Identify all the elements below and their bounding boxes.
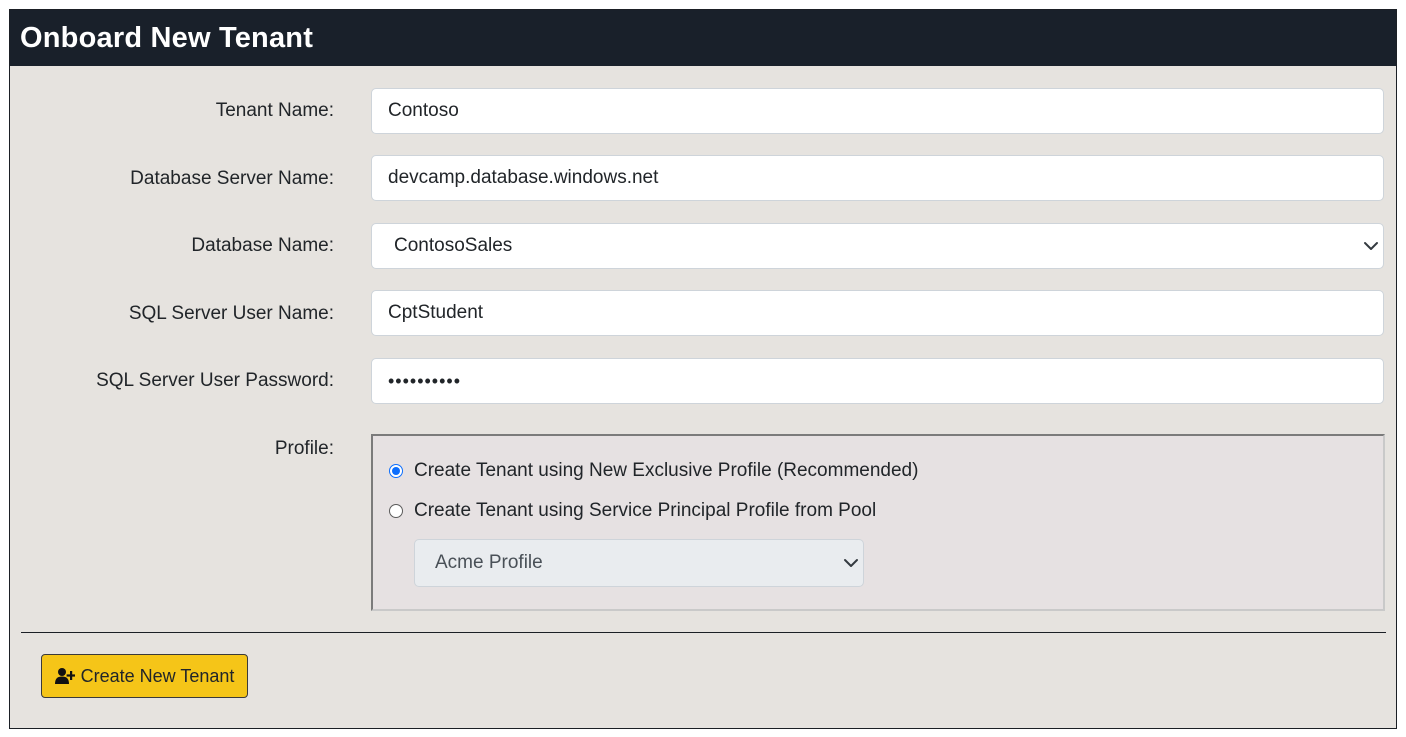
form-divider — [21, 632, 1386, 633]
tenant-name-label: Tenant Name: — [215, 100, 334, 121]
create-new-tenant-label: Create New Tenant — [80, 665, 235, 686]
profile-label: Profile: — [274, 438, 334, 459]
db-server-label: Database Server Name: — [130, 168, 334, 189]
sql-password-value: •••••••••• — [388, 370, 462, 391]
user-plus-icon — [54, 667, 75, 685]
profile-option-exclusive[interactable]: Create Tenant using New Exclusive Profil… — [389, 460, 918, 482]
db-name-value: ContosoSales — [394, 235, 513, 256]
chevron-down-icon — [1364, 242, 1378, 250]
profile-option-pool[interactable]: Create Tenant using Service Principal Pr… — [389, 500, 876, 522]
sql-user-label: SQL Server User Name: — [128, 303, 334, 324]
profile-option-pool-label: Create Tenant using Service Principal Pr… — [414, 500, 877, 521]
panel-header: Onboard New Tenant — [10, 10, 1396, 66]
create-new-tenant-button[interactable]: Create New Tenant — [41, 654, 248, 698]
chevron-down-icon — [844, 559, 858, 567]
db-name-select[interactable]: ContosoSales — [371, 223, 1384, 269]
sql-password-input[interactable]: •••••••••• — [371, 358, 1384, 404]
tenant-name-value: Contoso — [388, 100, 459, 121]
db-server-input[interactable]: devcamp.database.windows.net — [371, 155, 1384, 201]
radio-button-unselected[interactable] — [389, 504, 403, 518]
page-title: Onboard New Tenant — [20, 21, 314, 54]
sql-user-input[interactable]: CptStudent — [371, 290, 1384, 336]
onboard-tenant-panel: Onboard New Tenant Tenant Name: Contoso … — [9, 9, 1397, 729]
pool-profile-select[interactable]: Acme Profile — [414, 539, 864, 587]
radio-button-selected[interactable] — [389, 464, 403, 478]
db-server-value: devcamp.database.windows.net — [388, 167, 659, 188]
profile-option-exclusive-label: Create Tenant using New Exclusive Profil… — [414, 460, 919, 481]
profile-options-box: Create Tenant using New Exclusive Profil… — [371, 434, 1385, 611]
db-name-label: Database Name: — [191, 235, 334, 256]
sql-user-value: CptStudent — [388, 302, 484, 323]
tenant-name-input[interactable]: Contoso — [371, 88, 1384, 134]
sql-password-label: SQL Server User Password: — [96, 370, 334, 391]
pool-profile-value: Acme Profile — [435, 552, 543, 573]
